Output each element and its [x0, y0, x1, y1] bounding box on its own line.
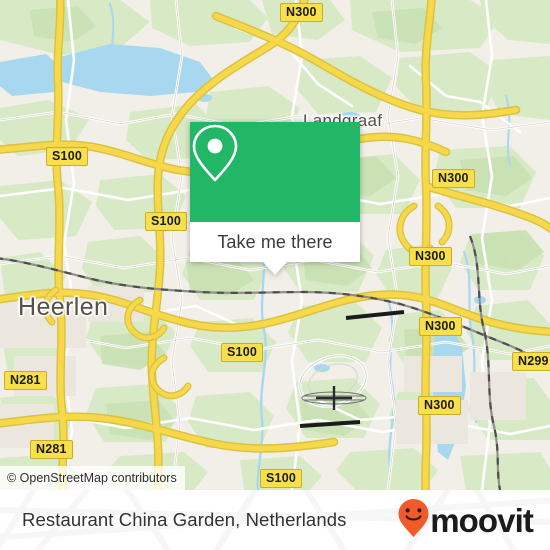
map-page: Heerlen Landgraaf N300 N300 N300 N300 N3…: [0, 0, 550, 550]
road-shield-s100: S100: [46, 147, 88, 166]
road-shield-n300: N300: [409, 247, 452, 266]
road-shield-s100: S100: [145, 212, 187, 231]
road-shield-s100: S100: [221, 343, 263, 362]
take-me-there-label: Take me there: [217, 231, 333, 252]
callout-action-bar[interactable]: Take me there: [190, 222, 360, 262]
road-shield-n300: N300: [419, 317, 462, 336]
road-shield-n300: N300: [432, 169, 475, 188]
road-shield-n281: N281: [30, 440, 73, 459]
moovit-brand[interactable]: moovit: [397, 490, 534, 550]
road-shield-n300: N300: [280, 3, 323, 22]
osm-attribution[interactable]: © OpenStreetMap contributors: [0, 466, 185, 490]
footer-bar: Restaurant China Garden, Netherlands moo…: [0, 490, 550, 550]
callout-pin-area: [190, 122, 360, 222]
road-shield-n281: N281: [4, 371, 47, 390]
road-shield-s100: S100: [260, 469, 302, 488]
moovit-wordmark: moovit: [430, 501, 534, 539]
map-canvas[interactable]: Heerlen Landgraaf N300 N300 N300 N300 N3…: [0, 0, 550, 490]
road-shield-n300: N300: [418, 396, 461, 415]
place-label-heerlen: Heerlen: [18, 293, 109, 321]
road-shield-n299: N299: [512, 352, 550, 371]
location-title: Restaurant China Garden, Netherlands: [22, 509, 347, 530]
callout-pointer-tail: [263, 262, 287, 275]
moovit-smiley-pin-icon: [397, 498, 430, 543]
take-me-there-callout[interactable]: Take me there: [190, 122, 360, 275]
